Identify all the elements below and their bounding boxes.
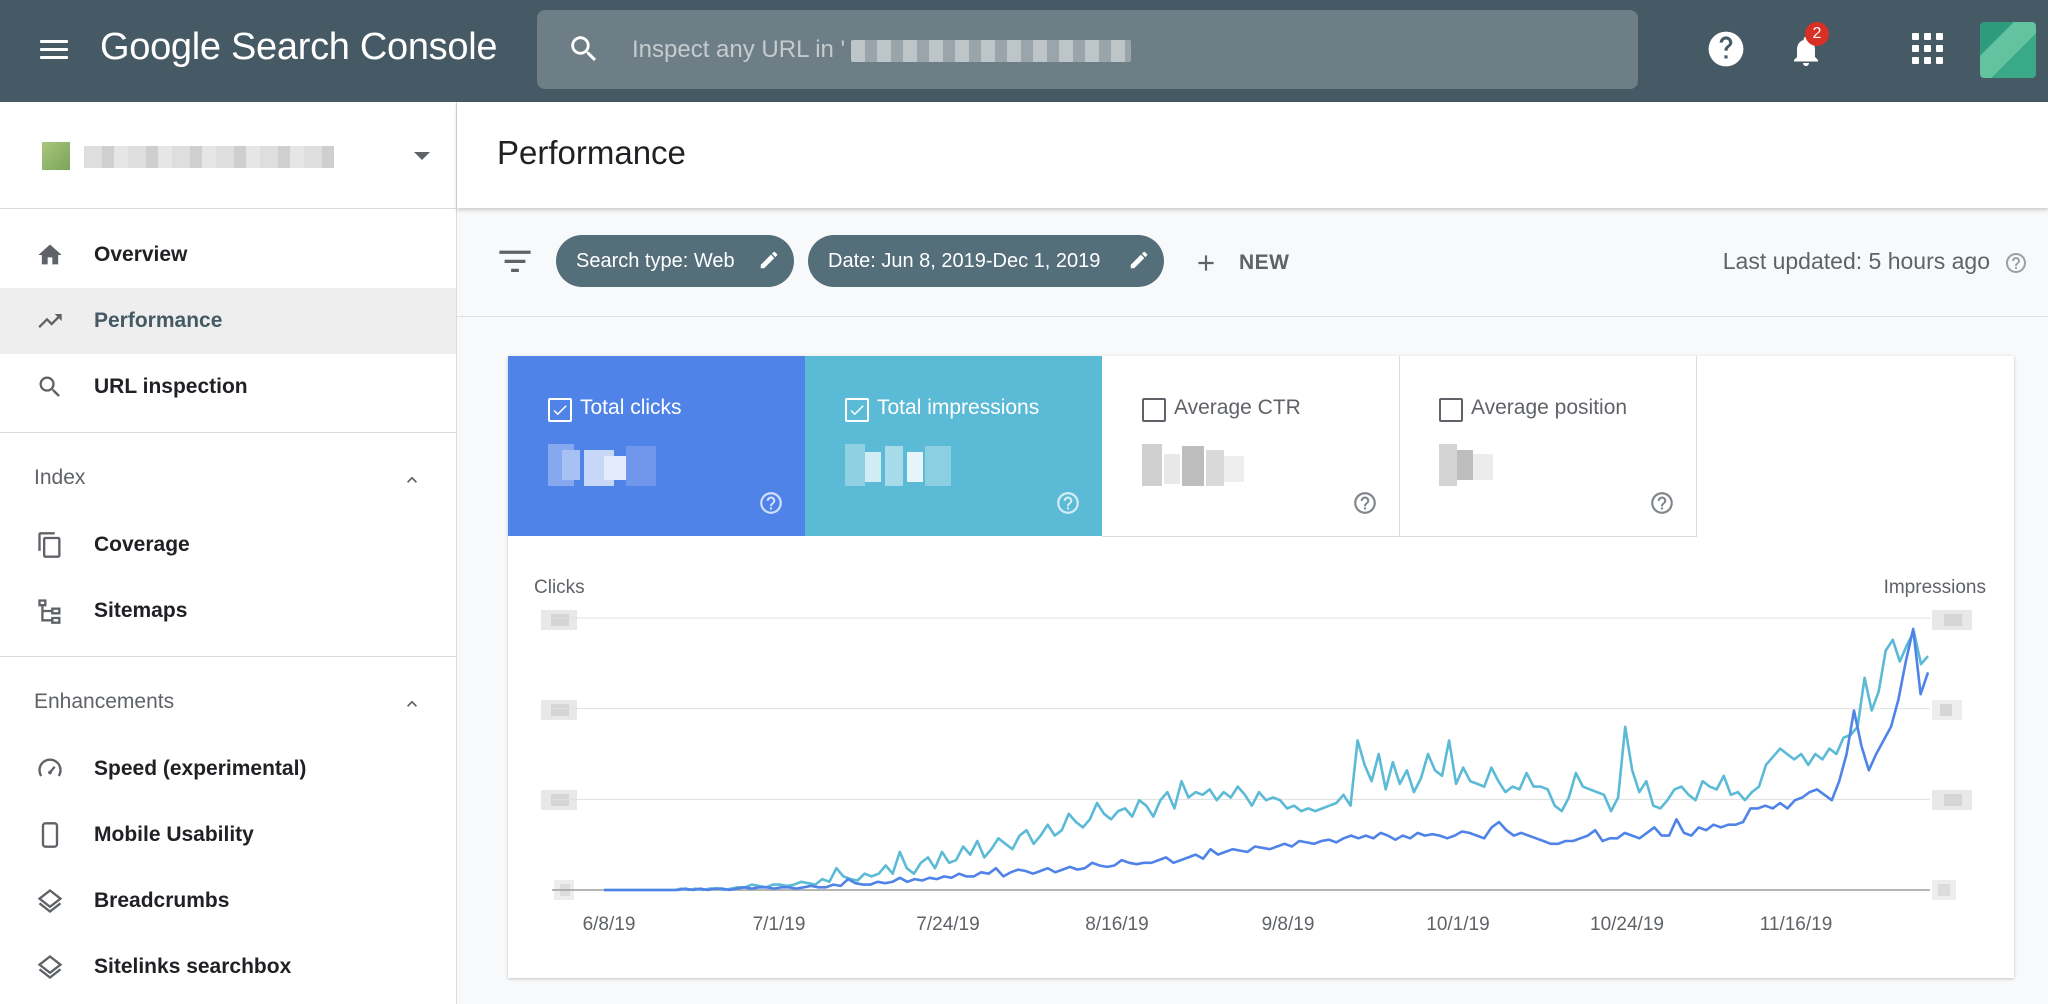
chip-label: Date: Jun 8, 2019-Dec 1, 2019	[828, 250, 1101, 272]
search-icon	[39, 376, 60, 397]
section-label: Enhancements	[34, 690, 175, 713]
series-line-total-impressions	[604, 630, 1929, 892]
search-icon	[571, 36, 597, 62]
url-inspect-search[interactable]: Inspect any URL in '	[537, 10, 1638, 89]
search-input[interactable]: Inspect any URL in '	[632, 36, 1132, 64]
sidebar-item-overview[interactable]: Overview	[0, 222, 456, 288]
filter-list-icon[interactable]	[499, 248, 531, 274]
help-outline-icon[interactable]	[2004, 251, 2028, 275]
property-selector[interactable]	[0, 102, 456, 209]
phone-icon	[41, 822, 59, 848]
sidebar-item-label: Mobile Usability	[94, 823, 254, 846]
property-favicon	[42, 142, 70, 170]
speedometer-icon	[38, 758, 62, 777]
filter-chip-search-type[interactable]: Search type: Web	[556, 235, 794, 287]
x-tick-label: 10/1/19	[1426, 914, 1490, 935]
x-tick-label: 7/24/19	[916, 914, 980, 935]
home-icon	[38, 244, 62, 265]
performance-card: Total clicks Total impressions Average C…	[508, 356, 2014, 978]
page-title: Performance	[497, 134, 686, 171]
sidebar-item-performance[interactable]: Performance	[0, 288, 456, 354]
chip-label: Search type: Web	[576, 250, 735, 272]
sidebar-item-coverage[interactable]: Coverage	[0, 512, 456, 578]
property-name-blurred	[84, 146, 334, 168]
sidebar-item-label: Speed (experimental)	[94, 757, 307, 780]
app-logo[interactable]: Google Search Console	[100, 26, 498, 69]
sidebar-item-breadcrumbs[interactable]: Breadcrumbs	[0, 868, 456, 934]
top-app-bar: Google Search Console Inspect any URL in…	[0, 0, 2048, 102]
menu-icon[interactable]	[38, 34, 70, 66]
performance-line-chart	[552, 617, 1930, 892]
dropdown-caret-icon	[414, 152, 430, 160]
filter-chip-date[interactable]: Date: Jun 8, 2019-Dec 1, 2019	[808, 235, 1164, 287]
x-tick-label: 8/16/19	[1085, 914, 1149, 935]
notification-badge: 2	[1805, 22, 1829, 46]
search-placeholder: Inspect any URL in '	[632, 36, 846, 63]
sidebar-item-label: Sitelinks searchbox	[94, 955, 292, 978]
chevron-up-icon	[407, 700, 417, 707]
sidebar-item-label: URL inspection	[94, 375, 248, 398]
section-label: Index	[34, 466, 86, 489]
blurred-property-url	[851, 39, 1132, 62]
copy-icon	[38, 532, 61, 558]
last-updated-text: Last updated: 5 hours ago	[1722, 248, 1990, 274]
logo-google-text: Google	[100, 26, 221, 68]
section-index-header[interactable]: Index	[0, 446, 456, 512]
new-filter-label: NEW	[1239, 251, 1290, 274]
sidebar-item-sitelinks-searchbox[interactable]: Sitelinks searchbox	[0, 934, 456, 1000]
edit-pencil-icon	[1130, 251, 1148, 269]
sidebar-item-label: Overview	[94, 243, 188, 266]
sidebar-item-label: Performance	[94, 309, 223, 332]
sidebar-item-url-inspection[interactable]: URL inspection	[0, 354, 456, 420]
page-header: Performance	[457, 102, 2048, 208]
layers-icon	[37, 955, 63, 979]
x-tick-label: 6/8/19	[582, 914, 636, 935]
layers-icon	[37, 889, 63, 913]
logo-product-text: Search Console	[231, 26, 498, 68]
chevron-up-icon	[407, 476, 417, 483]
section-enhancements-header[interactable]: Enhancements	[0, 670, 456, 736]
sidebar-item-label: Coverage	[94, 533, 190, 556]
x-tick-label: 7/1/19	[752, 914, 806, 935]
x-tick-label: 11/16/19	[1759, 914, 1833, 935]
trending-up-icon	[38, 314, 62, 328]
plus-icon	[1198, 255, 1214, 271]
account-avatar[interactable]	[1980, 22, 2036, 78]
help-icon[interactable]	[1707, 30, 1745, 68]
divider	[0, 656, 456, 657]
sidebar-item-label: Sitemaps	[94, 599, 188, 622]
series-line-total-clicks	[604, 627, 1930, 892]
sidebar-item-mobile-usability[interactable]: Mobile Usability	[0, 802, 456, 868]
sidebar-item-label: Breadcrumbs	[94, 889, 230, 912]
x-tick-label: 9/8/19	[1261, 914, 1315, 935]
sidebar-item-sitemaps[interactable]: Sitemaps	[0, 578, 456, 644]
x-tick-label: 10/24/19	[1590, 914, 1664, 935]
sitemap-icon	[38, 599, 61, 624]
apps-grid-icon[interactable]	[1912, 33, 1944, 65]
last-updated: Last updated: 5 hours ago	[1723, 248, 1990, 275]
sidebar-item-speed[interactable]: Speed (experimental)	[0, 736, 456, 802]
divider	[0, 432, 456, 433]
filter-bar: Search type: Web Date: Jun 8, 2019-Dec 1…	[457, 208, 2048, 317]
sidebar: Overview Performance URL inspection Inde…	[0, 102, 457, 1004]
edit-pencil-icon	[760, 251, 778, 269]
